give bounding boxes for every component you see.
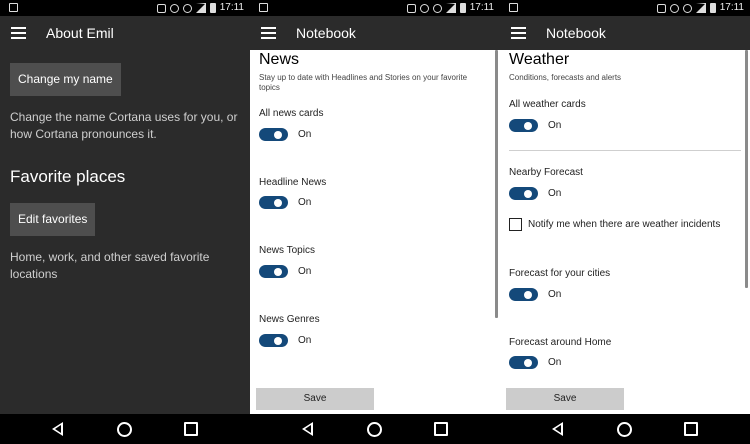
toggle-state-label: On bbox=[298, 266, 312, 277]
wifi-icon bbox=[182, 3, 192, 13]
toggle-state-label: On bbox=[548, 289, 562, 300]
status-time: 17:11 bbox=[469, 2, 494, 13]
all-weather-cards-toggle[interactable] bbox=[509, 119, 538, 132]
alarm-icon bbox=[419, 3, 429, 13]
app-bar: About Emil bbox=[0, 16, 250, 50]
wifi-icon bbox=[682, 3, 692, 13]
hamburger-menu-icon[interactable] bbox=[11, 27, 26, 39]
toggle-state-label: On bbox=[298, 197, 312, 208]
signal-icon bbox=[195, 3, 206, 13]
app-bar: Notebook bbox=[500, 16, 750, 50]
nearby-forecast-label: Nearby Forecast bbox=[509, 167, 583, 178]
news-settings: News Stay up to date with Headlines and … bbox=[250, 50, 500, 414]
nav-group bbox=[500, 414, 750, 444]
forecast-cities-label: Forecast for your cities bbox=[509, 268, 611, 279]
favorite-places-heading: Favorite places bbox=[10, 167, 126, 186]
section-subtitle: Stay up to date with Headlines and Stori… bbox=[259, 73, 468, 92]
page-title: About Emil bbox=[46, 25, 114, 41]
save-button[interactable]: Save bbox=[256, 388, 374, 410]
favorites-description: Home, work, and other saved favorite loc… bbox=[10, 250, 210, 281]
recent-apps-icon[interactable] bbox=[684, 422, 698, 436]
vibrate-icon bbox=[656, 3, 666, 13]
change-name-button[interactable]: Change my name bbox=[10, 63, 121, 96]
forecast-cities-toggle[interactable] bbox=[509, 288, 538, 301]
nearby-forecast-toggle[interactable] bbox=[509, 187, 538, 200]
battery-icon bbox=[459, 3, 466, 13]
home-icon[interactable] bbox=[617, 422, 632, 437]
news-topics-label: News Topics bbox=[259, 245, 315, 256]
news-topics-toggle[interactable] bbox=[259, 265, 288, 278]
recent-apps-icon[interactable] bbox=[434, 422, 448, 436]
about-panel: 17:11 About Emil Change my name Change t… bbox=[0, 0, 250, 414]
change-name-description: Change the name Cortana uses for you, or… bbox=[10, 110, 238, 141]
status-time: 17:11 bbox=[219, 2, 244, 13]
news-genres-toggle[interactable] bbox=[259, 334, 288, 347]
all-news-cards-label: All news cards bbox=[259, 108, 324, 119]
alarm-icon bbox=[669, 3, 679, 13]
news-genres-label: News Genres bbox=[259, 314, 320, 325]
scrollbar[interactable] bbox=[745, 50, 748, 288]
save-button[interactable]: Save bbox=[506, 388, 624, 410]
home-icon[interactable] bbox=[117, 422, 132, 437]
divider bbox=[509, 150, 741, 151]
headline-news-toggle[interactable] bbox=[259, 196, 288, 209]
battery-icon bbox=[709, 3, 716, 13]
page-title: Notebook bbox=[296, 25, 356, 41]
toggle-state-label: On bbox=[548, 357, 562, 368]
toggle-state-label: On bbox=[548, 120, 562, 131]
wifi-icon bbox=[432, 3, 442, 13]
vibrate-icon bbox=[406, 3, 416, 13]
page-title: Notebook bbox=[546, 25, 606, 41]
navigation-bar bbox=[0, 414, 750, 444]
headline-news-label: Headline News bbox=[259, 177, 327, 188]
status-bar: 17:11 bbox=[0, 0, 250, 16]
back-icon[interactable] bbox=[52, 422, 63, 436]
signal-icon bbox=[695, 3, 706, 13]
back-icon[interactable] bbox=[302, 422, 313, 436]
notification-icon bbox=[509, 3, 518, 12]
forecast-home-toggle[interactable] bbox=[509, 356, 538, 369]
all-weather-cards-label: All weather cards bbox=[509, 99, 586, 110]
status-bar: 17:11 bbox=[500, 0, 750, 16]
vibrate-icon bbox=[156, 3, 166, 13]
forecast-home-label: Forecast around Home bbox=[509, 337, 612, 348]
battery-icon bbox=[209, 3, 216, 13]
recent-apps-icon[interactable] bbox=[184, 422, 198, 436]
all-news-cards-toggle[interactable] bbox=[259, 128, 288, 141]
toggle-state-label: On bbox=[548, 188, 562, 199]
hamburger-menu-icon[interactable] bbox=[261, 27, 276, 39]
scrollbar[interactable] bbox=[495, 50, 498, 318]
notify-weather-incidents-label: Notify me when there are weather inciden… bbox=[528, 219, 721, 230]
signal-icon bbox=[445, 3, 456, 13]
weather-settings: Weather Conditions, forecasts and alerts… bbox=[500, 50, 750, 414]
edit-favorites-button[interactable]: Edit favorites bbox=[10, 203, 96, 236]
status-bar: 17:11 bbox=[250, 0, 500, 16]
home-icon[interactable] bbox=[367, 422, 382, 437]
toggle-state-label: On bbox=[298, 129, 312, 140]
notification-icon bbox=[9, 3, 18, 12]
section-subtitle: Conditions, forecasts and alerts bbox=[509, 73, 622, 82]
nav-group bbox=[250, 414, 500, 444]
back-icon[interactable] bbox=[552, 422, 563, 436]
section-title: Weather bbox=[509, 51, 570, 68]
news-panel: 17:11 Notebook News Stay up to date with… bbox=[250, 0, 500, 414]
notify-weather-incidents-checkbox[interactable] bbox=[509, 218, 522, 231]
nav-group bbox=[0, 414, 250, 444]
hamburger-menu-icon[interactable] bbox=[511, 27, 526, 39]
notification-icon bbox=[259, 3, 268, 12]
app-bar: Notebook bbox=[250, 16, 500, 50]
alarm-icon bbox=[169, 3, 179, 13]
status-time: 17:11 bbox=[719, 2, 744, 13]
section-title: News bbox=[259, 51, 300, 68]
toggle-state-label: On bbox=[298, 335, 312, 346]
weather-panel: 17:11 Notebook Weather Conditions, forec… bbox=[500, 0, 750, 414]
